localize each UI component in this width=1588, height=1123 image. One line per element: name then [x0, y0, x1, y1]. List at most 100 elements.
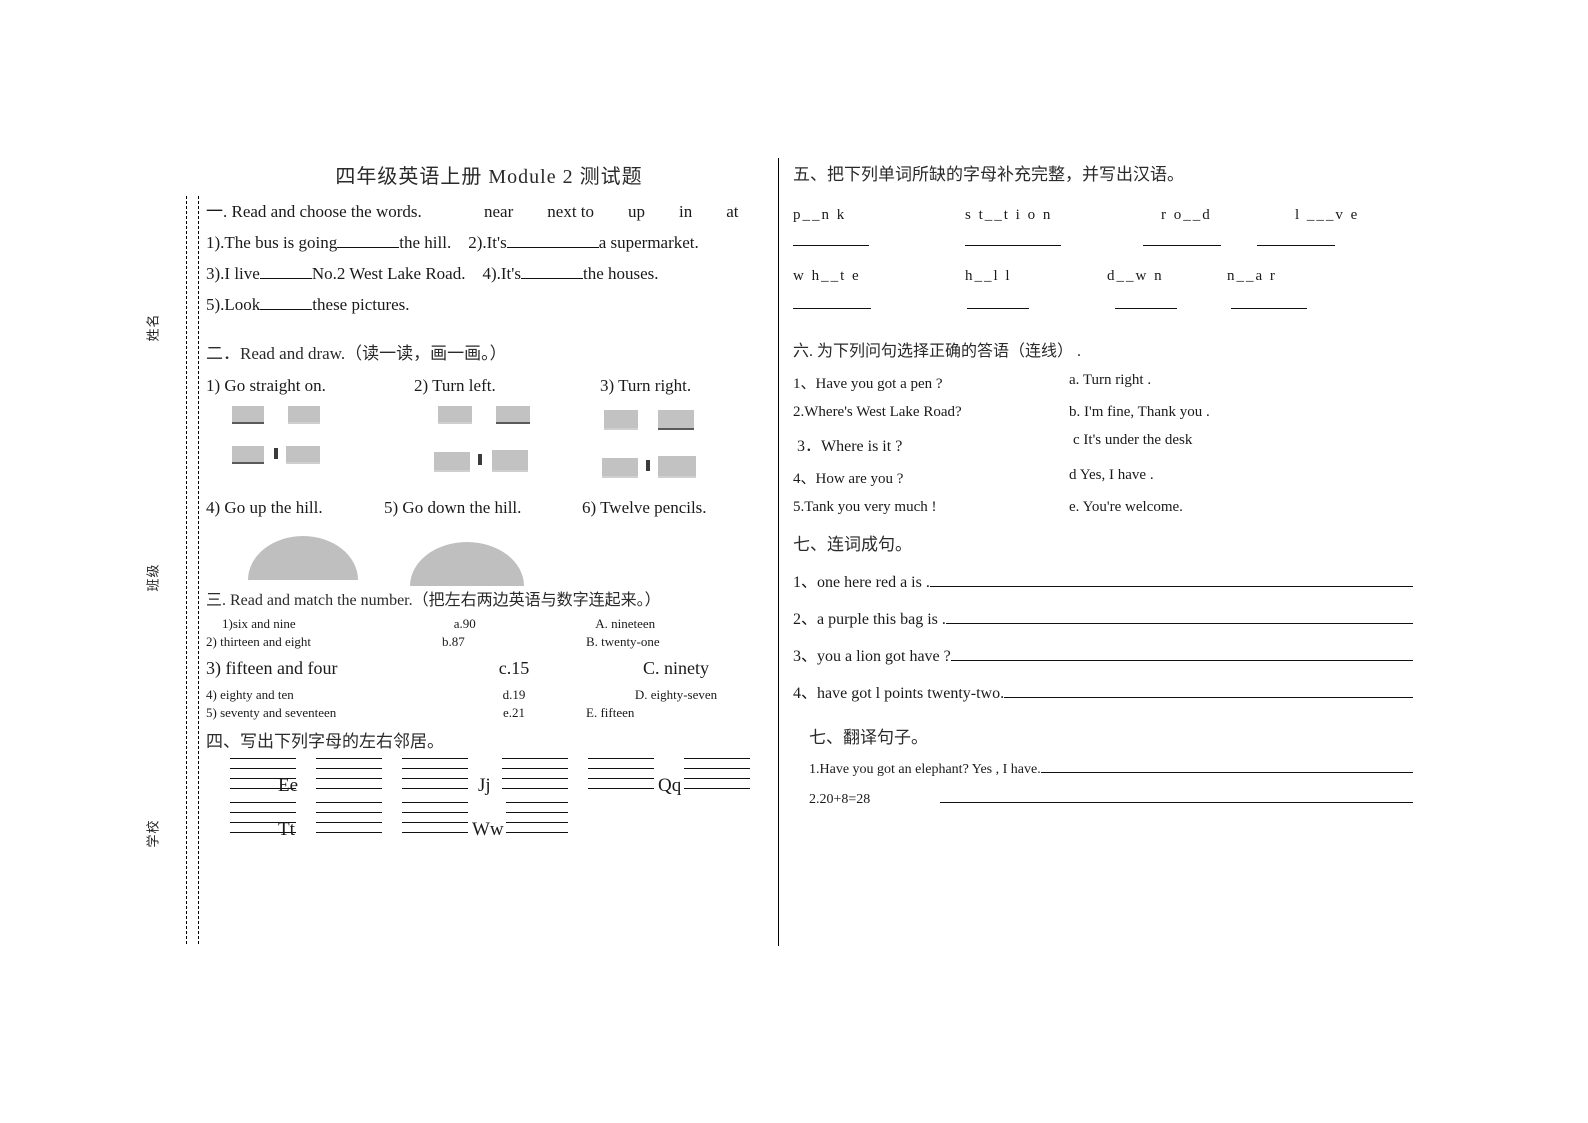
seal-label-name: 姓名 [145, 313, 161, 342]
match-left-3: 3) fifteen and four [206, 658, 338, 678]
translate-sentence-2: 2.20+8=28 [809, 792, 871, 807]
wordbank-item-in: in [679, 202, 693, 221]
q4-pre: 4).It's [482, 264, 521, 283]
q2-blank[interactable] [506, 247, 599, 248]
section5-answers-row2 [793, 307, 1413, 309]
sentence-blank[interactable] [1004, 684, 1413, 698]
street-box-3c [602, 458, 638, 478]
match-right-4: D. eighty-seven [634, 687, 718, 702]
answer-b: b. I'm fine, Thank you . [1069, 404, 1210, 420]
word-hill: h__l l [965, 268, 1012, 284]
street-box-3a [604, 410, 638, 430]
word-pink: p__n k [793, 207, 847, 223]
grid-letter-Ee: Ee [278, 775, 299, 796]
street-box-1c [232, 446, 264, 464]
match-row[interactable]: 3) fifteen and four c.15 C. ninety [206, 658, 772, 679]
word-leave: l ___v e [1295, 207, 1360, 223]
wordbank-item-up: up [628, 202, 646, 221]
fourline-grid[interactable] [316, 802, 382, 833]
answer-blank[interactable] [1257, 244, 1335, 246]
answer-blank[interactable] [965, 244, 1061, 246]
qa-match-row[interactable]: 3．Where is it ? c It's under the desk [793, 432, 1413, 456]
q5-blank[interactable] [260, 309, 313, 310]
section1-item-1-2: 1).The bus is going the hill. 2).It's a su… [206, 233, 772, 253]
section2-figures-row2 [206, 518, 772, 586]
q3-blank[interactable] [259, 278, 312, 279]
match-right-3: C. ninety [643, 658, 709, 678]
answer-blank[interactable] [793, 244, 869, 246]
q2-pre: 2).It's [468, 233, 507, 252]
question-3: 3．Where is it ? [797, 438, 903, 455]
fourline-grid[interactable] [502, 758, 568, 789]
match-row[interactable]: 4) eighty and ten d.19 D. eighty-seven [206, 687, 772, 703]
qa-match-row[interactable]: 2.Where's West Lake Road? b. I'm fine, T… [793, 404, 1413, 421]
qa-match-row[interactable]: 4、How are you ? d Yes, I have . [793, 467, 1413, 488]
answer-c: c It's under the desk [1073, 432, 1193, 448]
scramble-2: 2、a purple this bag is . [793, 611, 946, 628]
q4-blank[interactable] [520, 278, 583, 279]
word-down: d__w n [1107, 268, 1164, 284]
translate-blank[interactable] [1040, 760, 1413, 773]
sentence-build-row: 2、a purple this bag is . [793, 605, 1413, 629]
street-marker-3 [646, 460, 650, 471]
q2-post: a supermarket. [598, 233, 699, 252]
match-row[interactable]: 1)six and nine a.90 A. nineteen [206, 616, 772, 632]
sentence-blank[interactable] [929, 573, 1413, 587]
answer-blank[interactable] [1231, 307, 1307, 309]
sentence-blank[interactable] [945, 610, 1413, 624]
match-mid-2: b.87 [442, 634, 465, 649]
scramble-4: 4、have got l points twenty-two. [793, 685, 1005, 702]
draw-label-3: 3) Turn right. [600, 376, 692, 395]
match-row[interactable]: 2) thirteen and eight b.87 B. twenty-one [206, 634, 772, 650]
answer-blank[interactable] [1115, 307, 1177, 309]
section2-labels-row1: 1) Go straight on. 2) Turn left. 3) Turn… [206, 376, 772, 396]
seal-dashed-line-outer [186, 196, 187, 944]
sentence-blank[interactable] [950, 647, 1413, 661]
scramble-1: 1、one here red a is . [793, 574, 930, 591]
fourline-grid[interactable] [506, 802, 568, 833]
match-row[interactable]: 5) seventy and seventeen e.21 E. fifteen [206, 705, 772, 721]
sentence-build-row: 3、you a lion got have ? [793, 642, 1413, 666]
street-box-1a [232, 406, 264, 424]
section5-words-row2: w h__t e h__l l d__w n n__a r [793, 268, 1413, 285]
translate-sentence-1: 1.Have you got an elephant? Yes , I have… [809, 762, 1041, 777]
fourline-grid[interactable] [684, 758, 750, 789]
sentence-build-row: 1、one here red a is . [793, 568, 1413, 592]
answer-a: a. Turn right . [1069, 372, 1152, 388]
qa-match-row[interactable]: 5.Tank you very much ! e. You're welcome… [793, 499, 1413, 516]
question-5: 5.Tank you very much ! [793, 499, 937, 515]
answer-blank[interactable] [967, 307, 1029, 309]
hill-shape-up [248, 536, 358, 580]
q3-pre: 3).I live [206, 264, 260, 283]
seal-label-class: 班级 [145, 563, 161, 592]
q1-blank[interactable] [337, 247, 400, 248]
question-4: 4、How are you ? [793, 471, 904, 487]
q5-post: these pictures. [312, 295, 410, 314]
qa-match-row[interactable]: 1、Have you got a pen ? a. Turn right . [793, 372, 1413, 393]
word-white: w h__t e [793, 268, 861, 284]
fourline-grid[interactable] [316, 758, 382, 789]
draw-label-2: 2) Turn left. [414, 376, 496, 395]
street-box-3d [658, 456, 696, 478]
scramble-3: 3、you a lion got have ? [793, 648, 951, 665]
section1-item-5: 5).Look these pictures. [206, 295, 772, 315]
section5-words-row1: p__n k s t__t i o n r o__d l ___v e [793, 207, 1413, 224]
translate-blank[interactable] [940, 790, 1413, 803]
street-box-2c [434, 452, 470, 472]
fourline-grid[interactable] [402, 802, 468, 833]
fourline-grid[interactable] [588, 758, 654, 789]
draw-label-1: 1) Go straight on. [206, 376, 326, 395]
answer-d: d Yes, I have . [1069, 467, 1154, 483]
left-column: 四年级英语上册 Module 2 测试题 一. Read and choose … [206, 160, 772, 846]
street-box-2b [496, 406, 530, 424]
question-2: 2.Where's West Lake Road? [793, 404, 962, 420]
answer-blank[interactable] [793, 307, 871, 309]
worksheet-page: 姓名 班级 学校 四年级英语上册 Module 2 测试题 一. Read an… [0, 0, 1588, 1123]
answer-blank[interactable] [1143, 244, 1221, 246]
street-box-2d [492, 450, 528, 472]
wordbank-item-at: at [726, 202, 739, 221]
question-1: 1、Have you got a pen ? [793, 376, 943, 392]
fourline-grid[interactable] [402, 758, 468, 789]
match-right-5: E. fifteen [586, 705, 635, 720]
match-mid-5: e.21 [502, 705, 526, 720]
